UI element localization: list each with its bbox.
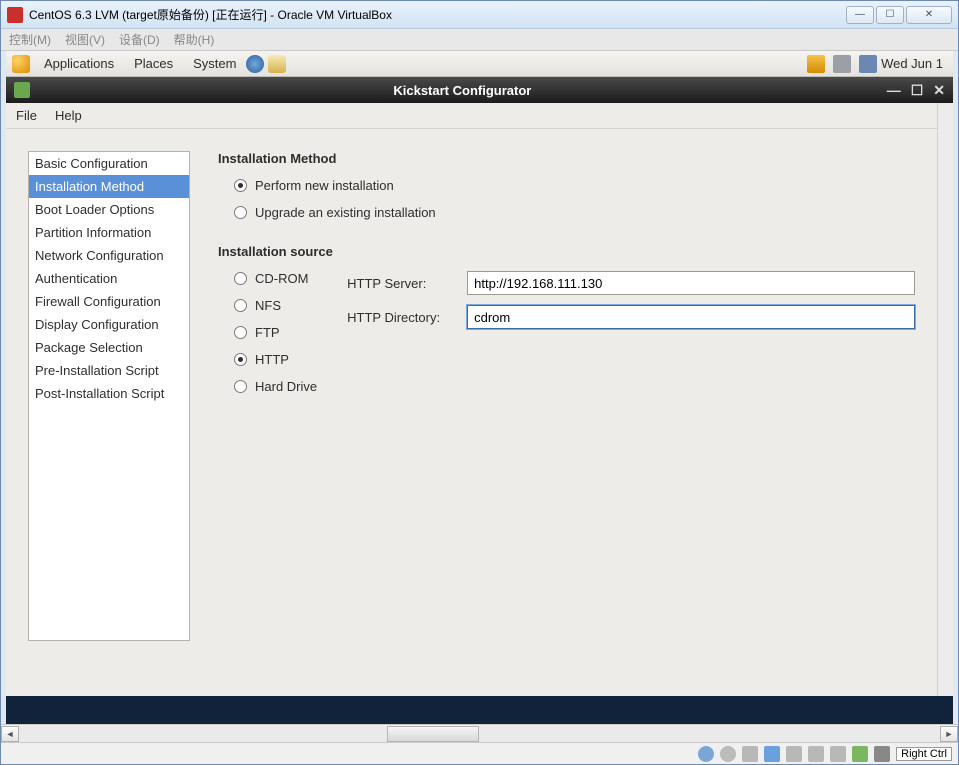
guest-additions-icon[interactable] [830,746,846,762]
source-nfs-radio[interactable]: NFS [234,298,317,313]
host-window-frame: CentOS 6.3 LVM (target原始备份) [正在运行] - Ora… [0,0,959,765]
sidebar-item-partition-information[interactable]: Partition Information [29,221,189,244]
update-icon[interactable] [807,55,825,73]
virtualbox-icon [7,7,23,23]
virtualbox-menubar: 控制(M) 视图(V) 设备(D) 帮助(H) [1,29,958,51]
source-http-radio[interactable]: HTTP [234,352,317,367]
harddisk-activity-icon[interactable] [698,746,714,762]
sidebar-item-basic-configuration[interactable]: Basic Configuration [29,152,189,175]
radio-icon [234,380,247,393]
installation-method-heading: Installation Method [218,151,931,166]
radio-icon [234,353,247,366]
http-directory-label: HTTP Directory: [347,310,457,325]
browser-launcher-icon[interactable] [246,55,264,73]
radio-label: CD-ROM [255,271,308,286]
app-minimize-button[interactable]: — [887,82,901,99]
radio-label: Hard Drive [255,379,317,394]
file-menu[interactable]: File [16,108,37,123]
radio-label: HTTP [255,352,289,367]
vbox-menu-devices[interactable]: 设备(D) [119,31,160,48]
source-ftp-radio[interactable]: FTP [234,325,317,340]
scroll-track[interactable] [19,726,940,742]
sidebar-item-firewall-configuration[interactable]: Firewall Configuration [29,290,189,313]
vbox-menu-control[interactable]: 控制(M) [9,31,51,48]
keyboard-capture-icon[interactable] [874,746,890,762]
app-titlebar[interactable]: Kickstart Configurator — ☐ ✕ [6,77,953,103]
sidebar-item-package-selection[interactable]: Package Selection [29,336,189,359]
section-list[interactable]: Basic Configuration Installation Method … [28,151,190,641]
usb-icon[interactable] [742,746,758,762]
radio-icon [234,179,247,192]
system-menu[interactable]: System [183,56,246,71]
places-menu[interactable]: Places [124,56,183,71]
app-title: Kickstart Configurator [38,83,887,98]
optical-activity-icon[interactable] [720,746,736,762]
clock[interactable]: Wed Jun 1 [877,56,947,71]
mail-launcher-icon[interactable] [268,55,286,73]
guest-vertical-scrollbar[interactable] [937,103,953,696]
radio-icon [234,326,247,339]
upgrade-existing-installation-radio[interactable]: Upgrade an existing installation [234,205,931,220]
sidebar-item-boot-loader-options[interactable]: Boot Loader Options [29,198,189,221]
network-icon[interactable] [859,55,877,73]
radio-label: Perform new installation [255,178,394,193]
vbox-menu-help[interactable]: 帮助(H) [174,31,215,48]
kickstart-configurator-window: Kickstart Configurator — ☐ ✕ File Help B… [6,77,953,696]
host-window-title: CentOS 6.3 LVM (target原始备份) [正在运行] - Ora… [29,6,392,23]
distro-icon [12,55,30,73]
help-menu[interactable]: Help [55,108,82,123]
scroll-thumb[interactable] [387,726,479,742]
form-area: Installation Method Perform new installa… [218,151,931,674]
http-server-label: HTTP Server: [347,276,457,291]
sidebar-item-pre-installation-script[interactable]: Pre-Installation Script [29,359,189,382]
close-button[interactable]: ✕ [906,6,952,24]
host-horizontal-scrollbar[interactable]: ◄ ► [1,724,958,742]
sidebar-item-network-configuration[interactable]: Network Configuration [29,244,189,267]
recording-icon[interactable] [808,746,824,762]
applications-menu[interactable]: Applications [34,56,124,71]
shared-folder-icon[interactable] [764,746,780,762]
minimize-button[interactable]: — [846,6,874,24]
http-directory-input[interactable] [467,305,915,329]
gnome-bottom-panel[interactable] [6,696,953,724]
radio-icon [234,206,247,219]
scroll-left-button[interactable]: ◄ [1,726,19,742]
sidebar-item-installation-method[interactable]: Installation Method [29,175,189,198]
source-harddrive-radio[interactable]: Hard Drive [234,379,317,394]
host-key-indicator: Right Ctrl [896,747,952,761]
radio-label: Upgrade an existing installation [255,205,436,220]
mouse-integration-icon[interactable] [852,746,868,762]
maximize-button[interactable]: ☐ [876,6,904,24]
http-server-input[interactable] [467,271,915,295]
sidebar-item-authentication[interactable]: Authentication [29,267,189,290]
host-titlebar[interactable]: CentOS 6.3 LVM (target原始备份) [正在运行] - Ora… [1,1,958,29]
radio-icon [234,272,247,285]
radio-label: NFS [255,298,281,313]
app-close-button[interactable]: ✕ [933,82,945,99]
sidebar-item-display-configuration[interactable]: Display Configuration [29,313,189,336]
sidebar-item-post-installation-script[interactable]: Post-Installation Script [29,382,189,405]
vbox-menu-view[interactable]: 视图(V) [65,31,105,48]
app-menubar: File Help [6,103,953,129]
installation-source-heading: Installation source [218,244,931,259]
gnome-top-panel: Applications Places System Wed Jun 1 [6,51,953,77]
guest-viewport: Applications Places System Wed Jun 1 Kic… [1,51,958,724]
perform-new-installation-radio[interactable]: Perform new installation [234,178,931,193]
source-cdrom-radio[interactable]: CD-ROM [234,271,317,286]
radio-label: FTP [255,325,280,340]
scroll-right-button[interactable]: ► [940,726,958,742]
app-maximize-button[interactable]: ☐ [911,82,924,99]
radio-icon [234,299,247,312]
app-icon [14,82,30,98]
virtualbox-statusbar: Right Ctrl [1,742,958,764]
display-icon[interactable] [786,746,802,762]
volume-icon[interactable] [833,55,851,73]
